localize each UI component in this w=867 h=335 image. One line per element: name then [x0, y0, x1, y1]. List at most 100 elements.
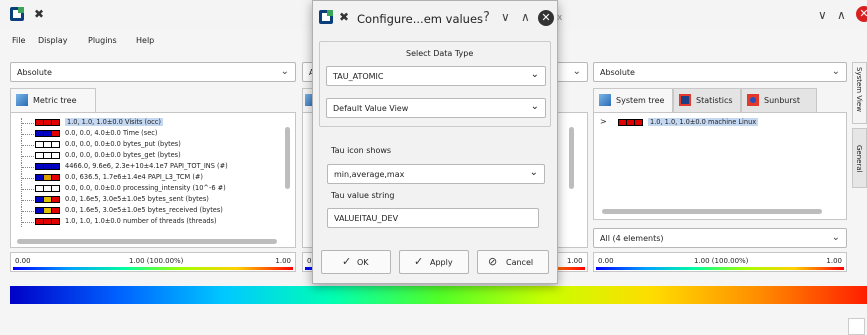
close-icon[interactable]: ✕: [856, 6, 867, 22]
middle-vscroll[interactable]: [569, 127, 574, 189]
right-combo-label: Absolute: [600, 68, 635, 77]
tree-branch-line: [21, 129, 34, 139]
cube-app-icon: [10, 7, 24, 21]
pin-icon[interactable]: ✖: [34, 7, 44, 21]
chevron-down-icon: ⌄: [831, 232, 840, 243]
left-combo-label: Absolute: [17, 68, 52, 77]
tree-branch-line: [21, 118, 34, 128]
metric-tree-list: 1.0, 1.0, 1.0±0.0 Visits (occ) 0.0, 0.0, …: [11, 118, 281, 228]
left-scale-min: 0.00: [15, 257, 31, 265]
metric-tree-row[interactable]: 0.0, 0.0, 0.0±0.0 bytes_put (bytes): [11, 140, 281, 150]
tab-sunburst-label: Sunburst: [764, 96, 800, 105]
metric-tree-hscroll[interactable]: [17, 239, 277, 244]
system-tree-hscroll[interactable]: [602, 209, 822, 214]
check-icon: ✓: [414, 255, 424, 268]
tab-system-tree[interactable]: System tree: [593, 88, 673, 112]
left-color-scale: 0.00 1.00 (100.00%) 1.00: [10, 252, 296, 272]
metric-tree-row-label: 1.0, 1.0, 1.0±0.0 number of threads (thr…: [65, 217, 217, 225]
cancel-button-label: Cancel: [506, 258, 534, 267]
menu-display[interactable]: Display: [38, 36, 68, 45]
chevron-down-icon: ⌄: [280, 66, 289, 77]
tab-metric-tree-label: Metric tree: [33, 96, 77, 105]
statistics-icon: [679, 94, 691, 106]
tree-branch-line: [21, 140, 34, 150]
metric-color-swatch: [35, 174, 60, 181]
minimize-icon[interactable]: ∨: [818, 8, 827, 22]
system-tree-item[interactable]: > 1.0, 1.0, 1.0±0.0 machine Linux: [598, 117, 798, 128]
cancel-button[interactable]: ⊘ Cancel: [477, 250, 549, 274]
metric-tree-row[interactable]: 0.0, 0.0, 0.0±0.0 bytes_get (bytes): [11, 151, 281, 161]
metric-tree-row[interactable]: 0.0, 1.6e5, 3.0e5±1.0e5 bytes_received (…: [11, 206, 281, 216]
metric-tree-row[interactable]: 0.0, 0.0, 4.0±0.0 Time (sec): [11, 129, 281, 139]
tree-branch-line: [21, 173, 34, 183]
right-scale-max: 1.00: [826, 257, 842, 265]
right-scale-min: 0.00: [598, 257, 614, 265]
check-icon: ✓: [342, 255, 352, 268]
apply-button[interactable]: ✓ Apply: [399, 250, 469, 274]
metric-color-swatch: [35, 119, 60, 126]
menu-help[interactable]: Help: [136, 36, 154, 45]
tau-value-string-input[interactable]: VALUEITAU_DEV: [327, 208, 539, 228]
ok-button[interactable]: ✓ OK: [321, 250, 391, 274]
metric-tree-vscroll[interactable]: [285, 127, 290, 189]
right-value-mode-combo[interactable]: Absolute ⌄: [593, 62, 847, 82]
expand-arrow-icon[interactable]: >: [600, 117, 607, 126]
configure-values-dialog: ✖ Configure...em values ? ∨ ∧ ✕ x Select…: [312, 0, 562, 284]
right-filter-label: All (4 elements): [600, 234, 664, 243]
metric-tree-row[interactable]: 0.0, 1.6e5, 3.0e5±1.0e5 bytes_sent (byte…: [11, 195, 281, 205]
dialog-minimize-icon[interactable]: ∨: [501, 10, 510, 24]
help-icon[interactable]: ?: [483, 10, 490, 25]
sunburst-icon: [747, 94, 759, 106]
middle-scale-max: 1.00: [567, 257, 583, 265]
system-tree-panel: > 1.0, 1.0, 1.0±0.0 machine Linux: [593, 112, 847, 220]
tau-icon-label: Tau icon shows: [331, 146, 392, 155]
middle-scale-min: 0: [307, 257, 312, 265]
tau-icon-combo[interactable]: min,average,max ⌄: [327, 164, 545, 184]
side-tab-system-view-label: System View: [855, 67, 863, 112]
tree-branch-line: [21, 184, 34, 194]
dialog-pin-icon[interactable]: ✖: [339, 10, 349, 24]
data-type-combo[interactable]: TAU_ATOMIC ⌄: [326, 66, 546, 86]
right-scale-mid: 1.00 (100.00%): [694, 257, 749, 265]
metric-color-swatch: [35, 163, 60, 170]
tau-string-label: Tau value string: [331, 191, 395, 200]
side-tab-system-view[interactable]: System View: [852, 62, 867, 124]
left-scale-gradient: [13, 267, 293, 270]
dialog-title: Configure...em values: [357, 12, 484, 26]
value-view-value: Default Value View: [333, 104, 409, 113]
tab-statistics[interactable]: Statistics: [673, 88, 741, 112]
menu-plugins[interactable]: Plugins: [88, 36, 117, 45]
metric-tree-row[interactable]: 0.0, 0.0, 0.0±0.0 processing_intensity (…: [11, 184, 281, 194]
metric-tree-row-label: 0.0, 0.0, 0.0±0.0 processing_intensity (…: [65, 184, 226, 192]
metric-tree-panel: 1.0, 1.0, 1.0±0.0 Visits (occ) 0.0, 0.0, …: [10, 112, 296, 248]
tab-metric-tree[interactable]: Metric tree: [10, 88, 96, 112]
chevron-down-icon: ⌄: [572, 66, 581, 77]
tab-sunburst[interactable]: Sunburst: [741, 88, 817, 112]
resize-grip-icon[interactable]: [848, 318, 865, 335]
system-tree-icon: [599, 94, 611, 106]
metric-tree-row-label: 0.0, 0.0, 0.0±0.0 bytes_put (bytes): [65, 140, 181, 148]
right-filter-combo[interactable]: All (4 elements) ⌄: [593, 228, 847, 248]
metric-tree-row[interactable]: 0.0, 636.5, 1.7e6±1.4e4 PAPI_L3_TCM (#): [11, 173, 281, 183]
tree-branch-line: [21, 162, 34, 172]
dialog-close-icon[interactable]: ✕: [538, 10, 554, 26]
system-tree-item-label: 1.0, 1.0, 1.0±0.0 machine Linux: [648, 118, 759, 126]
metric-color-swatch: [35, 130, 60, 137]
cancel-icon: ⊘: [488, 255, 498, 268]
metric-tree-row[interactable]: 1.0, 1.0, 1.0±0.0 number of threads (thr…: [11, 217, 281, 227]
maximize-icon[interactable]: ∧: [837, 8, 846, 22]
dialog-maximize-icon[interactable]: ∧: [521, 10, 530, 24]
right-scale-gradient: [596, 267, 844, 270]
tab-system-tree-label: System tree: [616, 96, 665, 105]
ok-button-label: OK: [357, 258, 369, 267]
metric-tree-row-label: 4466.0, 9.6e6, 2.3e+10±4.1e7 PAPI_TOT_IN…: [65, 162, 228, 170]
menu-file[interactable]: File: [12, 36, 25, 45]
tab-statistics-label: Statistics: [696, 96, 733, 105]
value-view-combo[interactable]: Default Value View ⌄: [326, 98, 546, 118]
metric-tree-row-label: 0.0, 1.6e5, 3.0e5±1.0e5 bytes_sent (byte…: [65, 195, 209, 203]
left-value-mode-combo[interactable]: Absolute ⌄: [10, 62, 296, 82]
metric-tree-row[interactable]: 1.0, 1.0, 1.0±0.0 Visits (occ): [11, 118, 281, 128]
side-tab-general[interactable]: General: [852, 128, 867, 188]
metric-tree-row[interactable]: 4466.0, 9.6e6, 2.3e+10±4.1e7 PAPI_TOT_IN…: [11, 162, 281, 172]
global-color-spectrum: [10, 286, 867, 304]
